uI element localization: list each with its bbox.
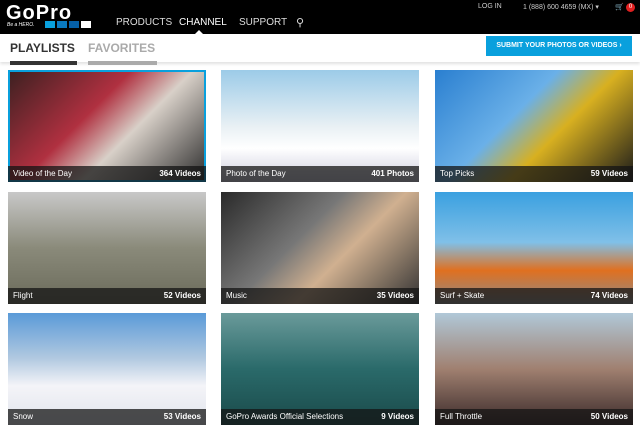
playlist-title: Surf + Skate (440, 291, 485, 300)
playlist-count: 50 Videos (590, 412, 628, 421)
playlist-caption: Top Picks 59 Videos (435, 166, 633, 182)
playlist-title: Snow (13, 412, 34, 421)
logo-square (57, 21, 67, 28)
logo-square (81, 21, 91, 28)
playlist-count: 401 Photos (371, 169, 414, 178)
playlist-caption: Photo of the Day 401 Photos (221, 166, 419, 182)
submit-photos-button[interactable]: SUBMIT YOUR PHOTOS OR VIDEOS › (486, 36, 632, 56)
playlist-caption: Flight 52 Videos (8, 288, 206, 304)
nav-support[interactable]: SUPPORT (239, 17, 287, 28)
playlist-count: 52 Videos (163, 291, 201, 300)
playlist-tile[interactable]: Video of the Day 364 Videos (8, 70, 206, 182)
login-link[interactable]: LOG IN (478, 3, 502, 10)
playlist-tile[interactable]: Snow 53 Videos (8, 313, 206, 425)
playlist-tile[interactable]: Music 35 Videos (221, 192, 419, 304)
logo-square (45, 21, 55, 28)
nav-channel[interactable]: CHANNEL (179, 17, 227, 28)
playlist-caption: Video of the Day 364 Videos (8, 166, 206, 182)
search-icon[interactable]: ⚲ (296, 16, 304, 29)
playlist-caption: Snow 53 Videos (8, 409, 206, 425)
playlist-caption: Full Throttle 50 Videos (435, 409, 633, 425)
logo-square (69, 21, 79, 28)
playlist-title: GoPro Awards Official Selections (226, 412, 344, 421)
playlist-count: 53 Videos (163, 412, 201, 421)
playlist-title: Full Throttle (440, 412, 483, 421)
top-header: GoPro Be a HERO. PRODUCTS CHANNEL SUPPOR… (0, 0, 640, 34)
playlist-title: Flight (13, 291, 33, 300)
playlist-tile[interactable]: Surf + Skate 74 Videos (435, 192, 633, 304)
playlist-tile[interactable]: Top Picks 59 Videos (435, 70, 633, 182)
cart-icon[interactable]: 🛒 (615, 3, 624, 11)
phone-dropdown[interactable]: 1 (888) 600 4659 (MX) ▾ (523, 3, 599, 11)
playlist-tile[interactable]: Photo of the Day 401 Photos (221, 70, 419, 182)
playlist-count: 35 Videos (376, 291, 414, 300)
playlist-caption: Surf + Skate 74 Videos (435, 288, 633, 304)
tab-favorites[interactable]: FAVORITES (88, 41, 155, 55)
nav-products[interactable]: PRODUCTS (116, 17, 172, 28)
cart-count-badge: 0 (626, 3, 635, 12)
playlist-count: 9 Videos (381, 412, 414, 421)
playlist-tile[interactable]: GoPro Awards Official Selections 9 Videos (221, 313, 419, 425)
tab-playlists[interactable]: PLAYLISTS (10, 41, 75, 55)
playlist-title: Photo of the Day (226, 169, 286, 178)
playlist-count: 364 Videos (159, 169, 201, 178)
playlist-tile[interactable]: Full Throttle 50 Videos (435, 313, 633, 425)
playlist-caption: Music 35 Videos (221, 288, 419, 304)
tab-underline (88, 61, 157, 65)
playlist-count: 59 Videos (590, 169, 628, 178)
playlist-title: Top Picks (440, 169, 475, 178)
playlist-caption: GoPro Awards Official Selections 9 Videos (221, 409, 419, 425)
playlist-count: 74 Videos (590, 291, 628, 300)
tagline: Be a HERO. (7, 22, 35, 28)
playlist-title: Music (226, 291, 247, 300)
tab-underline-active (10, 61, 77, 65)
playlist-title: Video of the Day (13, 169, 73, 178)
playlist-tile[interactable]: Flight 52 Videos (8, 192, 206, 304)
